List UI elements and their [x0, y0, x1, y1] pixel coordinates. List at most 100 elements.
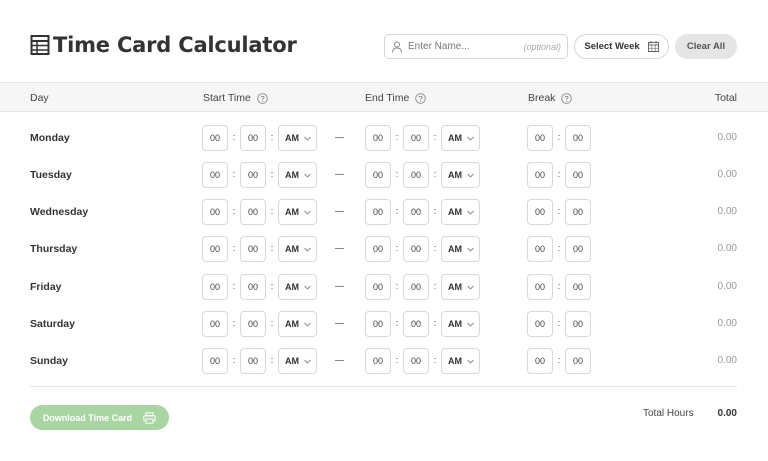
day-label: Sunday: [30, 355, 68, 367]
end-hour-input[interactable]: 00: [365, 348, 391, 374]
start-minute-input[interactable]: 00: [240, 199, 266, 225]
end-minute-input[interactable]: 00: [403, 311, 429, 337]
day-label: Friday: [30, 281, 62, 293]
break-hours-input[interactable]: 00: [527, 199, 553, 225]
printer-icon: [143, 411, 156, 424]
day-total: 0.00: [717, 169, 737, 180]
end-period-select[interactable]: AM: [441, 236, 480, 262]
chevron-down-icon: [467, 322, 474, 327]
end-minute-input[interactable]: 00: [403, 199, 429, 225]
start-minute-input[interactable]: 00: [240, 125, 266, 151]
break-hours-input[interactable]: 00: [527, 274, 553, 300]
clear-all-button[interactable]: Clear All: [675, 34, 737, 59]
time-separator: :: [395, 132, 399, 142]
start-hour-input[interactable]: 00: [202, 125, 228, 151]
column-header-break: Break: [528, 92, 573, 104]
end-period-select[interactable]: AM: [441, 311, 480, 337]
day-total: 0.00: [717, 132, 737, 143]
break-minutes-input[interactable]: 00: [565, 311, 591, 337]
start-period-value: AM: [285, 244, 299, 254]
time-separator: :: [395, 355, 399, 365]
break-hours-input[interactable]: 00: [527, 311, 553, 337]
end-hour-input[interactable]: 00: [365, 199, 391, 225]
column-header-start-time: Start Time: [203, 92, 268, 104]
chevron-down-icon: [304, 285, 311, 290]
time-separator: :: [395, 206, 399, 216]
end-period-value: AM: [448, 319, 462, 329]
start-minute-input[interactable]: 00: [240, 274, 266, 300]
chevron-down-icon: [304, 136, 311, 141]
end-period-select[interactable]: AM: [441, 274, 480, 300]
end-hour-input[interactable]: 00: [365, 125, 391, 151]
start-minute-input[interactable]: 00: [240, 311, 266, 337]
end-period-value: AM: [448, 207, 462, 217]
end-hour-input[interactable]: 00: [365, 311, 391, 337]
time-separator: :: [433, 206, 437, 216]
end-period-select[interactable]: AM: [441, 125, 480, 151]
chevron-down-icon: [304, 173, 311, 178]
end-minute-input[interactable]: 00: [403, 162, 429, 188]
start-hour-input[interactable]: 00: [202, 274, 228, 300]
time-separator: :: [270, 169, 274, 179]
help-circle-icon[interactable]: [561, 92, 573, 104]
time-separator: :: [433, 318, 437, 328]
start-hour-input[interactable]: 00: [202, 236, 228, 262]
name-input[interactable]: [408, 41, 518, 52]
start-minute-input[interactable]: 00: [240, 348, 266, 374]
time-separator: :: [232, 243, 236, 253]
start-period-select[interactable]: AM: [278, 274, 317, 300]
start-hour-input[interactable]: 00: [202, 162, 228, 188]
end-minute-input[interactable]: 00: [403, 125, 429, 151]
start-period-select[interactable]: AM: [278, 311, 317, 337]
end-period-select[interactable]: AM: [441, 162, 480, 188]
start-minute-input[interactable]: 00: [240, 162, 266, 188]
start-hour-input[interactable]: 00: [202, 348, 228, 374]
break-minutes-input[interactable]: 00: [565, 125, 591, 151]
time-separator: :: [232, 318, 236, 328]
start-minute-input[interactable]: 00: [240, 236, 266, 262]
table-row: Monday 00 : 00 : AM 00 : 00 : AM 00 : 00…: [0, 125, 768, 151]
break-minutes-input[interactable]: 00: [565, 199, 591, 225]
break-minutes-input[interactable]: 00: [565, 162, 591, 188]
chevron-down-icon: [304, 247, 311, 252]
end-hour-input[interactable]: 00: [365, 236, 391, 262]
help-circle-icon[interactable]: [257, 92, 268, 104]
download-time-card-button[interactable]: Download Time Card: [30, 405, 169, 430]
time-separator: :: [557, 281, 561, 291]
start-period-select[interactable]: AM: [278, 348, 317, 374]
range-dash: [335, 174, 344, 175]
end-period-select[interactable]: AM: [441, 348, 480, 374]
end-hour-input[interactable]: 00: [365, 162, 391, 188]
start-period-select[interactable]: AM: [278, 162, 317, 188]
chevron-down-icon: [304, 322, 311, 327]
start-period-select[interactable]: AM: [278, 236, 317, 262]
column-header-day-label: Day: [30, 92, 49, 104]
time-separator: :: [557, 169, 561, 179]
end-minute-input[interactable]: 00: [403, 236, 429, 262]
time-separator: :: [232, 281, 236, 291]
end-minute-input[interactable]: 00: [403, 348, 429, 374]
start-period-select[interactable]: AM: [278, 199, 317, 225]
day-total: 0.00: [717, 206, 737, 217]
help-circle-icon[interactable]: [415, 92, 427, 104]
chevron-down-icon: [467, 136, 474, 141]
end-period-select[interactable]: AM: [441, 199, 480, 225]
start-hour-input[interactable]: 00: [202, 199, 228, 225]
start-hour-input[interactable]: 00: [202, 311, 228, 337]
break-minutes-input[interactable]: 00: [565, 236, 591, 262]
end-hour-input[interactable]: 00: [365, 274, 391, 300]
break-minutes-input[interactable]: 00: [565, 348, 591, 374]
start-period-select[interactable]: AM: [278, 125, 317, 151]
select-week-button[interactable]: Select Week: [574, 34, 669, 59]
end-minute-input[interactable]: 00: [403, 274, 429, 300]
break-hours-input[interactable]: 00: [527, 162, 553, 188]
column-header-end-time: End Time: [365, 92, 427, 104]
break-hours-input[interactable]: 00: [527, 348, 553, 374]
day-label: Thursday: [30, 243, 78, 255]
name-field[interactable]: (optional): [384, 34, 568, 59]
break-hours-input[interactable]: 00: [527, 236, 553, 262]
table-row: Saturday 00 : 00 : AM 00 : 00 : AM 00 : …: [0, 311, 768, 337]
break-hours-input[interactable]: 00: [527, 125, 553, 151]
total-hours-value: 0.00: [717, 408, 737, 419]
break-minutes-input[interactable]: 00: [565, 274, 591, 300]
